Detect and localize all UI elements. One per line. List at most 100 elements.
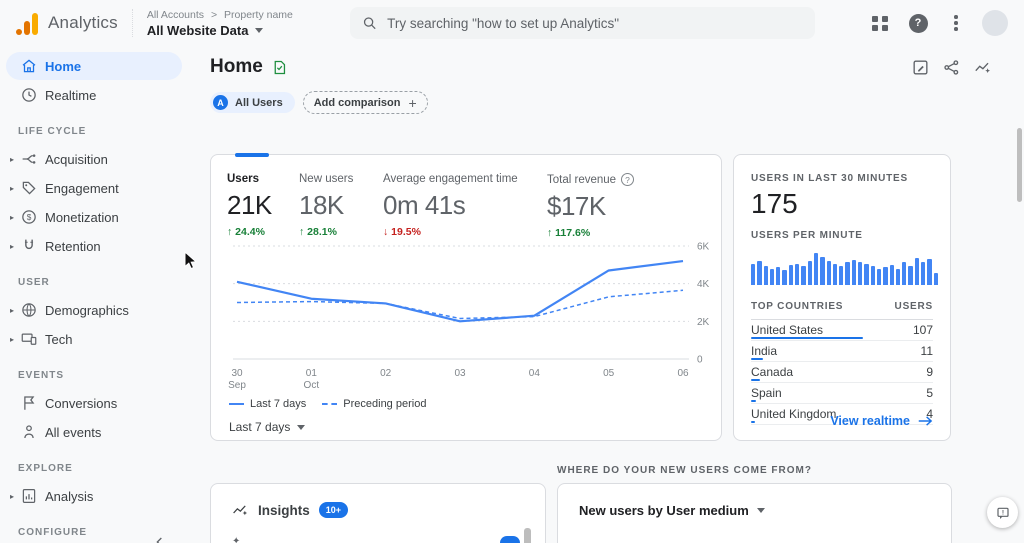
insight-badge-partial — [500, 536, 520, 543]
sidebar-item-acquisition[interactable]: ▸ Acquisition — [0, 145, 182, 173]
sidebar-item-label: Tech — [45, 331, 73, 347]
sidebar-item-analysis[interactable]: ▸ Analysis — [0, 482, 182, 510]
demographics-icon — [20, 301, 38, 319]
insights-count-badge: 10+ — [318, 502, 349, 518]
svg-text:$: $ — [27, 213, 32, 222]
svg-text:!: ! — [1001, 509, 1003, 516]
metric-total-revenue[interactable]: Total revenue? $17K ↑ 117.6% — [547, 173, 667, 239]
share-icon[interactable] — [942, 58, 961, 77]
users-30min-label: USERS IN LAST 30 MINUTES — [751, 173, 908, 184]
home-icon — [20, 57, 38, 75]
minute-bar — [832, 264, 838, 285]
help-circle-icon[interactable]: ? — [621, 173, 635, 186]
country-users: 9 — [926, 365, 933, 379]
analysis-icon — [20, 487, 38, 505]
svg-text:0: 0 — [697, 355, 703, 366]
new-users-medium-selector[interactable]: New users by User medium — [558, 484, 951, 518]
help-icon[interactable]: ? — [906, 11, 930, 35]
svg-text:2K: 2K — [697, 317, 710, 328]
search-bar[interactable] — [350, 7, 815, 39]
avatar[interactable] — [982, 10, 1008, 36]
add-comparison-button[interactable]: Add comparison + — [302, 91, 428, 114]
logo-bar-tall — [32, 13, 38, 35]
customize-report-icon[interactable] — [911, 58, 930, 77]
sidebar-item-home[interactable]: Home — [6, 52, 182, 80]
users-per-minute-label: USERS PER MINUTE — [751, 230, 863, 241]
brand-name: Analytics — [48, 13, 118, 32]
country-row: Canada 9 — [751, 362, 933, 383]
sidebar-section-events: EVENTS — [18, 370, 65, 381]
expand-chevron-icon[interactable]: ▸ — [6, 306, 18, 315]
minute-bar — [908, 266, 913, 285]
country-name: Canada — [751, 365, 794, 379]
minute-bar — [864, 264, 869, 285]
sidebar-item-monetization[interactable]: ▸ $ Monetization — [0, 203, 182, 231]
expand-chevron-icon[interactable]: ▸ — [6, 492, 18, 501]
metric-delta: ↓ 19.5% — [383, 226, 421, 238]
apps-grid-icon[interactable] — [868, 11, 892, 35]
minute-bar — [895, 269, 901, 285]
report-doc-icon — [274, 60, 285, 74]
all-users-chip[interactable]: A All Users — [210, 92, 295, 113]
breadcrumb[interactable]: All Accounts > Property name — [147, 9, 293, 21]
sidebar-item-realtime[interactable]: Realtime — [0, 81, 182, 109]
logo-dot — [16, 29, 22, 35]
insights-card: Insights 10+ ✦ — [210, 483, 546, 543]
sidebar-item-retention[interactable]: ▸ Retention — [0, 232, 182, 260]
page-scrollbar[interactable] — [1017, 128, 1022, 202]
insights-icon[interactable] — [973, 58, 992, 77]
metric-new-users[interactable]: New users 18K ↑ 28.1% — [299, 173, 383, 239]
svg-text:Sep: Sep — [228, 380, 246, 391]
metric-average-engagement-time[interactable]: Average engagement time 0m 41s ↓ 19.5% — [383, 173, 547, 239]
country-bar — [751, 336, 863, 339]
more-vert-icon[interactable] — [944, 11, 968, 35]
sidebar-section-life-cycle: LIFE CYCLE — [18, 126, 87, 137]
retention-icon — [20, 237, 38, 255]
svg-text:03: 03 — [454, 368, 466, 379]
sidebar-item-label: Home — [45, 58, 82, 74]
logo-bar-short — [24, 21, 30, 35]
chevron-down-icon — [297, 424, 306, 430]
minute-bar — [788, 265, 794, 285]
legend-item-last-7-days: Last 7 days — [229, 398, 306, 410]
metric-users[interactable]: Users 21K ↑ 24.4% — [227, 173, 299, 239]
minute-bar — [782, 270, 787, 285]
legend-label: Preceding period — [343, 398, 427, 410]
expand-chevron-icon[interactable]: ▸ — [6, 155, 18, 164]
insights-scrollbar[interactable] — [524, 528, 531, 543]
search-input[interactable] — [387, 15, 803, 31]
country-bar — [751, 357, 763, 360]
legend-swatch — [322, 403, 338, 405]
expand-chevron-icon[interactable]: ▸ — [6, 335, 18, 344]
expand-chevron-icon[interactable]: ▸ — [6, 184, 18, 193]
sidebar-section-explore: EXPLORE — [18, 463, 73, 474]
minute-bar — [757, 261, 762, 285]
minute-bar — [851, 260, 857, 285]
topbar-divider — [131, 9, 133, 37]
country-name: Spain — [751, 386, 782, 400]
collapse-nav-icon[interactable] — [152, 534, 168, 543]
sidebar-item-tech[interactable]: ▸ Tech — [0, 325, 182, 353]
minute-bar — [813, 253, 819, 285]
expand-chevron-icon[interactable]: ▸ — [6, 242, 18, 251]
expand-chevron-icon[interactable]: ▸ — [6, 213, 18, 222]
sidebar-item-engagement[interactable]: ▸ Engagement — [0, 174, 182, 202]
sidebar-item-all-events[interactable]: All events — [0, 418, 182, 446]
sidebar-item-conversions[interactable]: Conversions — [0, 389, 182, 417]
property-selector[interactable]: All Website Data — [147, 23, 293, 38]
sidebar-item-label: Acquisition — [45, 151, 108, 167]
minute-bar — [870, 266, 875, 285]
sidebar-item-label: Demographics — [45, 302, 129, 318]
date-range-selector[interactable]: Last 7 days — [229, 420, 306, 434]
minute-bar — [858, 262, 863, 285]
sidebar-item-label: All events — [45, 424, 102, 440]
feedback-button[interactable]: ! — [987, 497, 1018, 528]
new-users-question-label: WHERE DO YOUR NEW USERS COME FROM? — [557, 465, 812, 476]
tech-icon — [20, 330, 38, 348]
minute-bar — [801, 266, 806, 285]
view-realtime-link[interactable]: View realtime — [830, 414, 933, 428]
sidebar-item-demographics[interactable]: ▸ Demographics — [0, 296, 182, 324]
insights-sparkline-icon — [233, 505, 248, 516]
countries-table-header: TOP COUNTRIES USERS — [751, 301, 933, 320]
metric-delta: ↑ 117.6% — [547, 227, 591, 239]
